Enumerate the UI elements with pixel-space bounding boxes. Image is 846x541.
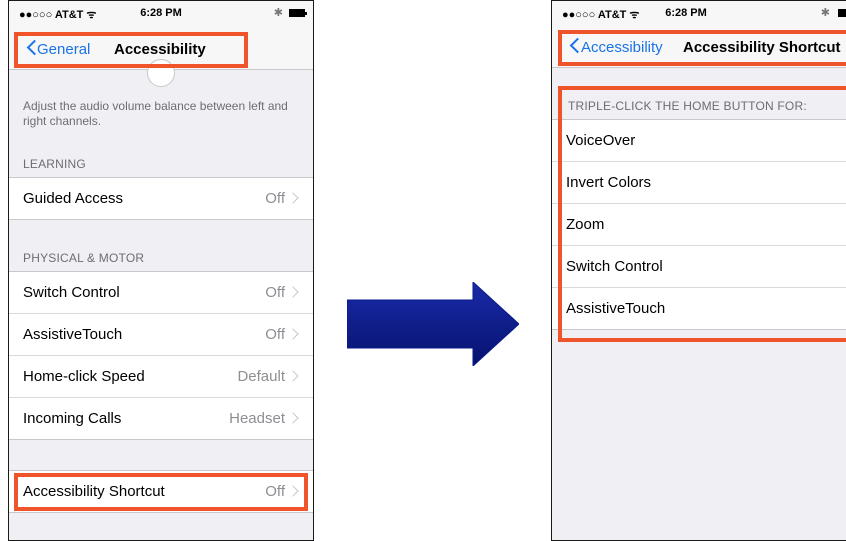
option-label: Switch Control — [566, 258, 663, 275]
chevron-right-icon — [287, 485, 299, 497]
page-title: Accessibility — [114, 41, 206, 58]
option-assistivetouch[interactable]: AssistiveTouch — [552, 288, 846, 329]
chevron-right-icon — [287, 370, 299, 382]
row-label: Incoming Calls — [23, 410, 122, 427]
section-header-physical-motor: PHYSICAL & MOTOR — [23, 251, 145, 265]
row-value: Off — [265, 483, 285, 500]
option-invert-colors[interactable]: Invert Colors — [552, 162, 846, 204]
back-button-accessibility[interactable]: Accessibility — [581, 39, 663, 56]
status-time: 6:28 PM — [140, 7, 182, 19]
row-value: Headset — [229, 410, 285, 427]
status-bar: ●●○○○ AT&T ᯤ 6:28 PM ✱ — [552, 1, 846, 25]
status-time: 6:28 PM — [665, 7, 707, 19]
battery-icon — [289, 9, 307, 17]
row-switch-control[interactable]: Switch Control Off — [9, 272, 313, 314]
row-value: Off — [265, 284, 285, 301]
back-button-general[interactable]: General — [37, 41, 90, 58]
settings-accessibility-screen: ●●○○○ AT&T ᯤ 6:28 PM ✱ General Accessibi… — [8, 0, 314, 541]
shortcut-options-group: VoiceOver Invert Colors Zoom Switch Cont… — [552, 119, 846, 330]
row-value: Default — [237, 368, 285, 385]
audio-balance-footer: Adjust the audio volume balance between … — [23, 99, 288, 128]
option-switch-control[interactable]: Switch Control — [552, 246, 846, 288]
row-label: Home-click Speed — [23, 368, 145, 385]
option-voiceover[interactable]: VoiceOver — [552, 120, 846, 162]
physical-motor-group: Switch Control Off AssistiveTouch Off Ho… — [9, 271, 313, 440]
chevron-right-icon — [287, 192, 299, 204]
row-value: Off — [265, 190, 285, 207]
row-label: Switch Control — [23, 284, 120, 301]
section-header-learning: LEARNING — [23, 157, 86, 171]
chevron-right-icon — [287, 286, 299, 298]
balance-slider-knob[interactable] — [147, 59, 175, 87]
row-guided-access[interactable]: Guided Access Off — [9, 178, 313, 219]
row-label: AssistiveTouch — [23, 326, 123, 343]
page-title: Accessibility Shortcut — [683, 39, 841, 56]
option-label: Invert Colors — [566, 174, 652, 191]
navigation-bar: Accessibility Accessibility Shortcut — [552, 25, 846, 68]
row-assistivetouch[interactable]: AssistiveTouch Off — [9, 314, 313, 356]
shortcut-group: Accessibility Shortcut Off — [9, 470, 313, 513]
row-label: Guided Access — [23, 190, 124, 207]
row-label: Accessibility Shortcut — [23, 483, 165, 500]
accessibility-shortcut-screen: ●●○○○ AT&T ᯤ 6:28 PM ✱ Accessibility Acc… — [551, 0, 846, 541]
option-zoom[interactable]: Zoom — [552, 204, 846, 246]
option-label: VoiceOver — [566, 132, 636, 149]
bluetooth-icon: ✱ — [820, 7, 830, 19]
row-value: Off — [265, 326, 285, 343]
chevron-right-icon — [287, 412, 299, 424]
status-bar: ●●○○○ AT&T ᯤ 6:28 PM ✱ — [9, 1, 313, 25]
row-home-click-speed[interactable]: Home-click Speed Default — [9, 356, 313, 398]
option-label: Zoom — [566, 216, 605, 233]
row-incoming-calls[interactable]: Incoming Calls Headset — [9, 398, 313, 439]
arrow-right-icon — [347, 282, 519, 366]
section-header-triple-click: TRIPLE-CLICK THE HOME BUTTON FOR: — [568, 99, 807, 113]
chevron-right-icon — [287, 328, 299, 340]
bluetooth-icon: ✱ — [273, 7, 283, 19]
learning-group: Guided Access Off — [9, 177, 313, 220]
row-accessibility-shortcut[interactable]: Accessibility Shortcut Off — [9, 471, 313, 512]
battery-icon — [838, 9, 846, 17]
option-label: AssistiveTouch — [566, 300, 666, 317]
